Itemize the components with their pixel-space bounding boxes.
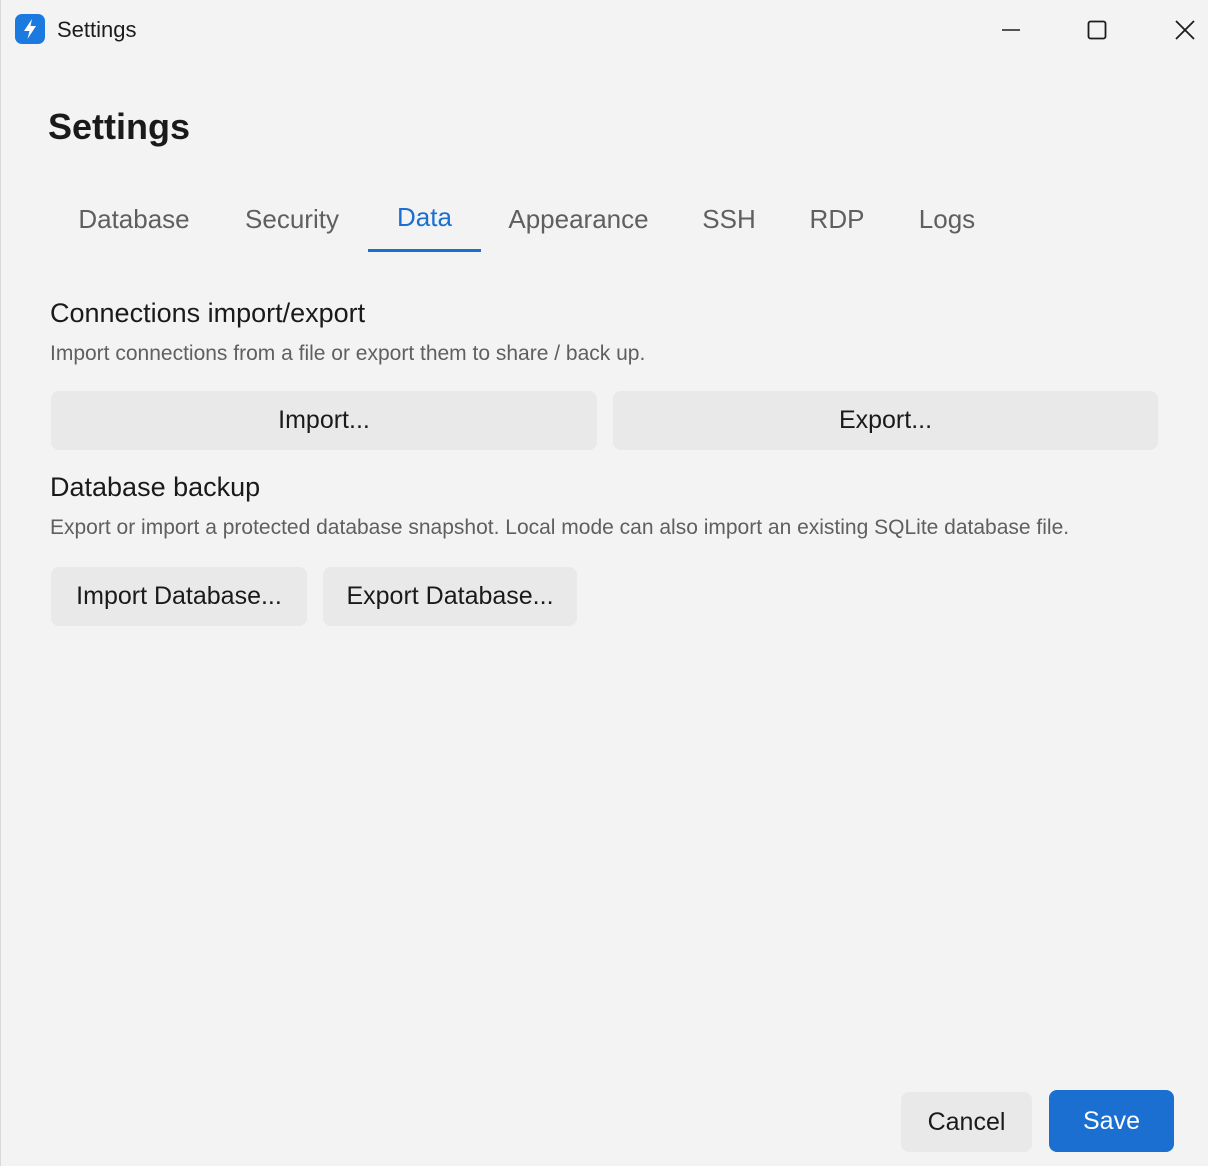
save-button[interactable]: Save	[1049, 1090, 1174, 1152]
import-database-button[interactable]: Import Database...	[51, 567, 307, 626]
tab-security[interactable]: Security	[217, 186, 367, 252]
title-bar: Settings	[1, 0, 1208, 60]
page-title: Settings	[48, 106, 191, 147]
minimize-icon	[1002, 29, 1020, 31]
tab-ssh[interactable]: SSH	[676, 186, 782, 252]
import-connections-button[interactable]: Import...	[51, 391, 597, 450]
maximize-icon	[1087, 20, 1107, 40]
tab-data[interactable]: Data	[368, 186, 481, 252]
tab-logs[interactable]: Logs	[892, 186, 1002, 252]
settings-window: Settings Settings Database Security Data…	[0, 0, 1208, 1166]
tab-database[interactable]: Database	[51, 186, 217, 252]
export-connections-button[interactable]: Export...	[613, 391, 1158, 450]
connections-section-title: Connections import/export	[50, 298, 366, 328]
connections-section-description: Import connections from a file or export…	[50, 342, 646, 365]
backup-section-description: Export or import a protected database sn…	[50, 516, 1070, 539]
window-title: Settings	[57, 17, 137, 42]
maximize-button[interactable]	[1075, 8, 1119, 52]
lightning-icon	[15, 14, 45, 44]
export-database-button[interactable]: Export Database...	[323, 567, 577, 626]
tab-rdp[interactable]: RDP	[782, 186, 892, 252]
close-button[interactable]	[1163, 8, 1207, 52]
cancel-button[interactable]: Cancel	[901, 1092, 1032, 1152]
minimize-button[interactable]	[989, 8, 1033, 52]
tab-appearance[interactable]: Appearance	[481, 186, 676, 252]
close-icon	[1175, 20, 1195, 40]
backup-section-title: Database backup	[50, 472, 261, 502]
